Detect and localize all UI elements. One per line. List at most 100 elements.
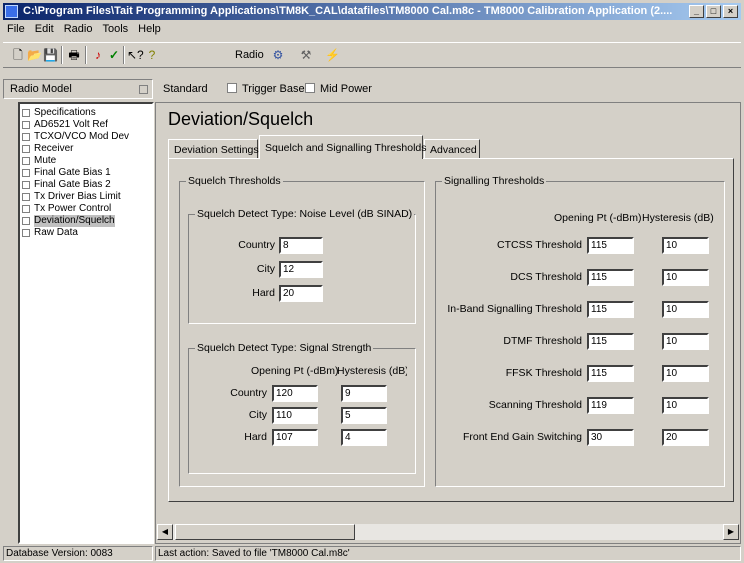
- signal-country-opening-input[interactable]: 120: [272, 385, 318, 402]
- mid-power-checkbox[interactable]: [305, 83, 315, 94]
- app-icon[interactable]: [5, 5, 18, 18]
- front-end-gain-label: Front End Gain Switching: [462, 431, 582, 443]
- check-icon[interactable]: ✓: [107, 48, 121, 62]
- tree-item-final-gate-bias-1[interactable]: Final Gate Bias 1: [20, 167, 152, 179]
- radio-program-icon[interactable]: ⚡: [325, 48, 340, 62]
- toolbar: 🗋 📂 💾 🖶 ♪ ✓ ↖? ? Radio ⚙ ⚒ ⚡: [3, 42, 741, 68]
- dcs-hysteresis-input[interactable]: 10: [662, 269, 709, 286]
- scroll-right-icon[interactable]: ▶: [723, 524, 739, 540]
- save-icon[interactable]: 💾: [43, 48, 58, 62]
- status-last-action: Last action: Saved to file 'TM8000 Cal.m…: [155, 546, 741, 561]
- menu-edit[interactable]: Edit: [31, 21, 60, 39]
- radio-label: Radio: [235, 49, 264, 61]
- dtmf-hysteresis-input[interactable]: 10: [662, 333, 709, 350]
- ctcss-opening-input[interactable]: 115: [587, 237, 634, 254]
- signalling-opening-header: Opening Pt (-dBm): [554, 212, 642, 224]
- dtmf-opening-input[interactable]: 115: [587, 333, 634, 350]
- tree-item-tx-power-control[interactable]: Tx Power Control: [20, 203, 152, 215]
- squelch-thresholds-title: Squelch Thresholds: [186, 175, 283, 187]
- signal-country-hysteresis-input[interactable]: 9: [341, 385, 387, 402]
- noise-city-label: City: [256, 263, 275, 275]
- tree-item-tx-driver-bias[interactable]: Tx Driver Bias Limit: [20, 191, 152, 203]
- signal-city-hysteresis-input[interactable]: 5: [341, 407, 387, 424]
- title-bar[interactable]: C:\Program Files\Tait Programming Applic…: [3, 3, 741, 20]
- tree-item-ad6521[interactable]: AD6521 Volt Ref: [20, 119, 152, 131]
- signal-city-opening-input[interactable]: 110: [272, 407, 318, 424]
- status-db-version: Database Version: 0083: [3, 546, 153, 561]
- signalling-thresholds-title: Signalling Thresholds: [442, 175, 547, 187]
- scanning-hysteresis-input[interactable]: 10: [662, 397, 709, 414]
- noise-hard-label: Hard: [252, 287, 275, 299]
- signal-hard-opening-input[interactable]: 107: [272, 429, 318, 446]
- horizontal-scrollbar[interactable]: ◀ ▶: [157, 524, 739, 540]
- radio-write-icon[interactable]: ⚒: [299, 48, 313, 62]
- page-title: Deviation/Squelch: [168, 109, 314, 129]
- signal-strength-title: Squelch Detect Type: Signal Strength: [195, 342, 374, 354]
- radio-model-label: Radio Model: [10, 83, 72, 95]
- trigger-base-checkbox[interactable]: [227, 83, 237, 94]
- signal-hard-label: Hard: [244, 431, 267, 443]
- print-icon[interactable]: 🖶: [67, 48, 81, 62]
- radio-read-icon[interactable]: ⚙: [271, 48, 285, 62]
- ffsk-label: FFSK Threshold: [505, 367, 582, 379]
- application-window: C:\Program Files\Tait Programming Applic…: [0, 0, 744, 563]
- front-end-gain-hysteresis-input[interactable]: 20: [662, 429, 709, 446]
- inband-hysteresis-input[interactable]: 10: [662, 301, 709, 318]
- menu-help[interactable]: Help: [134, 21, 167, 39]
- tree-item-mute[interactable]: Mute: [20, 155, 152, 167]
- signal-country-label: Country: [230, 387, 267, 399]
- model-mid-power[interactable]: Mid Power: [305, 79, 372, 99]
- scroll-left-icon[interactable]: ◀: [157, 524, 173, 540]
- read-radio-icon[interactable]: ♪: [91, 48, 105, 62]
- radio-model-field[interactable]: Radio Model: [3, 79, 153, 99]
- scroll-thumb[interactable]: [175, 524, 355, 540]
- dcs-label: DCS Threshold: [510, 271, 582, 283]
- tree-item-final-gate-bias-2[interactable]: Final Gate Bias 2: [20, 179, 152, 191]
- menu-file[interactable]: File: [3, 21, 31, 39]
- tab-panel: Squelch Thresholds Squelch Detect Type: …: [168, 158, 734, 502]
- dtmf-label: DTMF Threshold: [503, 335, 582, 347]
- front-end-gain-opening-input[interactable]: 30: [587, 429, 634, 446]
- close-icon[interactable]: ×: [723, 5, 738, 18]
- help-icon[interactable]: ?: [145, 48, 159, 62]
- status-bar: Database Version: 0083 Last action: Save…: [3, 545, 741, 561]
- tab-advanced[interactable]: Advanced: [424, 139, 480, 159]
- maximize-icon[interactable]: □: [706, 5, 721, 18]
- signalling-hysteresis-header: Hysteresis (dB): [642, 212, 714, 224]
- tree-item-tcxo[interactable]: TCXO/VCO Mod Dev: [20, 131, 152, 143]
- ctcss-hysteresis-input[interactable]: 10: [662, 237, 709, 254]
- scanning-opening-input[interactable]: 119: [587, 397, 634, 414]
- calibration-tree[interactable]: Specifications AD6521 Volt Ref TCXO/VCO …: [18, 102, 154, 544]
- signal-hard-hysteresis-input[interactable]: 4: [341, 429, 387, 446]
- ffsk-opening-input[interactable]: 115: [587, 365, 634, 382]
- tab-squelch-signalling[interactable]: Squelch and Signalling Thresholds: [259, 135, 427, 159]
- signal-city-label: City: [248, 409, 267, 421]
- noise-level-group: Squelch Detect Type: Noise Level (dB SIN…: [188, 208, 416, 324]
- dcs-opening-input[interactable]: 115: [587, 269, 634, 286]
- new-icon[interactable]: 🗋: [11, 48, 25, 62]
- noise-city-input[interactable]: 12: [279, 261, 323, 278]
- tree-item-receiver[interactable]: Receiver: [20, 143, 152, 155]
- open-icon[interactable]: 📂: [27, 48, 42, 62]
- scanning-label: Scanning Threshold: [488, 399, 582, 411]
- tree-item-specifications[interactable]: Specifications: [20, 107, 152, 119]
- context-help-icon[interactable]: ↖?: [127, 48, 144, 62]
- inband-opening-input[interactable]: 115: [587, 301, 634, 318]
- noise-hard-input[interactable]: 20: [279, 285, 323, 302]
- tree-item-raw-data[interactable]: Raw Data: [20, 227, 152, 239]
- menu-tools[interactable]: Tools: [98, 21, 134, 39]
- ctcss-label: CTCSS Threshold: [496, 239, 582, 251]
- model-standard[interactable]: Standard: [163, 79, 208, 99]
- noise-country-input[interactable]: 8: [279, 237, 323, 254]
- menu-bar: File Edit Radio Tools Help: [3, 21, 167, 39]
- noise-country-label: Country: [238, 239, 275, 251]
- squelch-thresholds-group: Squelch Thresholds Squelch Detect Type: …: [179, 175, 425, 487]
- tree-item-deviation-squelch[interactable]: Deviation/Squelch: [20, 215, 152, 227]
- tab-deviation-settings[interactable]: Deviation Settings: [168, 139, 259, 159]
- main-panel: Deviation/Squelch Deviation Settings Squ…: [155, 102, 741, 544]
- ffsk-hysteresis-input[interactable]: 10: [662, 365, 709, 382]
- minimize-icon[interactable]: _: [689, 5, 704, 18]
- radio-model-checkbox[interactable]: [139, 85, 148, 94]
- model-trigger-base[interactable]: Trigger Base: [227, 79, 305, 99]
- menu-radio[interactable]: Radio: [60, 21, 99, 39]
